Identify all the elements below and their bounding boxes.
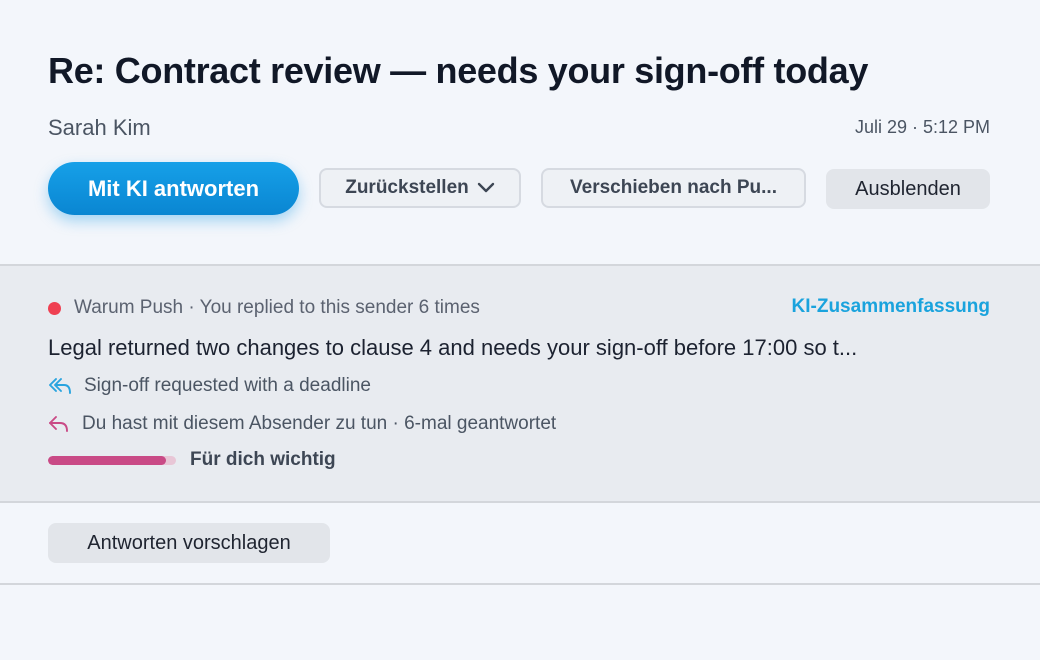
chevron-down-icon: [477, 182, 494, 193]
importance-bar-fill: [48, 455, 166, 465]
status-dot: [48, 301, 61, 315]
reply-icon: [49, 416, 68, 432]
email-detail-view: Re: Contract review — needs your sign-of…: [0, 0, 1040, 660]
ai-summary-text: Legal returned two changes to clause 4 a…: [48, 335, 858, 360]
reason-item: Du hast mit diesem Absender zu tun · 6-m…: [48, 411, 556, 437]
importance-indicator: Für dich wichtig: [48, 448, 336, 472]
ai-summary-link[interactable]: KI-Zusammenfassung: [792, 296, 990, 318]
reason-item: Sign-off requested with a deadline: [48, 373, 371, 399]
snooze-button[interactable]: Zurückstellen: [319, 168, 521, 208]
importance-bar: [48, 455, 176, 465]
snooze-label: Zurückstellen: [345, 177, 469, 198]
suggest-replies-button[interactable]: Antworten vorschlagen: [48, 523, 330, 563]
email-timestamp: Juli 29 · 5:12 PM: [854, 117, 990, 137]
importance-label: Für dich wichtig: [190, 449, 336, 470]
reason-text: Sign-off requested with a deadline: [84, 375, 371, 396]
reason-text: Du hast mit diesem Absender zu tun · 6-m…: [82, 413, 557, 434]
reply-with-ai-button[interactable]: Mit KI antworten: [48, 162, 299, 215]
why-push-row: Warum Push · You replied to this sender …: [48, 296, 990, 320]
divider: [0, 501, 1040, 503]
hide-button[interactable]: Ausblenden: [826, 169, 990, 209]
sender-name[interactable]: Sarah Kim: [48, 115, 151, 141]
divider: [0, 583, 1040, 585]
why-push-label: Warum Push · You replied to this sender …: [74, 297, 480, 318]
email-subject: Re: Contract review — needs your sign-of…: [48, 50, 869, 91]
move-to-button[interactable]: Verschieben nach Pu...: [541, 168, 806, 208]
reply-all-icon: [49, 378, 71, 394]
